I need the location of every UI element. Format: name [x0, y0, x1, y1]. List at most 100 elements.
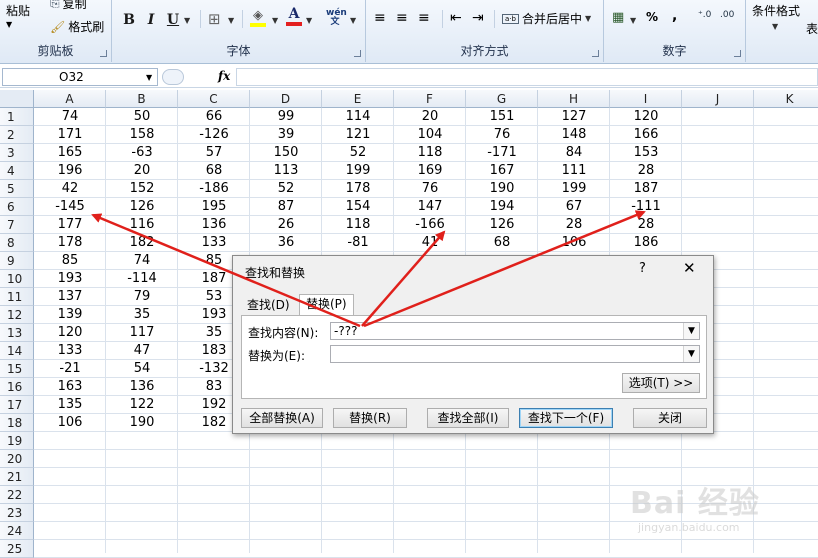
cell-b7[interactable]: 116 — [106, 216, 178, 234]
row-header-3[interactable]: 3 — [0, 144, 34, 162]
row-header-20[interactable]: 20 — [0, 450, 34, 468]
find-history-dropdown-icon[interactable]: ▼ — [683, 323, 699, 339]
cell-i4[interactable]: 28 — [610, 162, 682, 180]
cell-h1[interactable]: 127 — [538, 108, 610, 126]
cell-h7[interactable]: 28 — [538, 216, 610, 234]
column-header-c[interactable]: C — [178, 90, 250, 108]
find-all-button[interactable]: 查找全部(I) — [427, 408, 509, 428]
insert-function-icon[interactable]: fx — [218, 69, 230, 83]
column-header-i[interactable]: I — [610, 90, 682, 108]
cell-e5[interactable]: 178 — [322, 180, 394, 198]
cell-h6[interactable]: 67 — [538, 198, 610, 216]
format-table-button[interactable]: 表 — [806, 20, 818, 37]
paste-button[interactable]: 粘贴 — [6, 2, 30, 19]
cell-c7[interactable]: 136 — [178, 216, 250, 234]
column-header-j[interactable]: J — [682, 90, 754, 108]
underline-dropdown-icon[interactable]: ▼ — [184, 16, 190, 25]
percent-button[interactable]: % — [646, 10, 658, 24]
find-what-input[interactable]: -??? ▼ — [330, 322, 700, 340]
increase-indent-icon[interactable]: ⇥ — [472, 10, 484, 26]
cell-g6[interactable]: 194 — [466, 198, 538, 216]
cell-c4[interactable]: 68 — [178, 162, 250, 180]
find-next-button[interactable]: 查找下一个(F) — [519, 408, 613, 428]
cell-b13[interactable]: 117 — [106, 324, 178, 342]
cell-b16[interactable]: 136 — [106, 378, 178, 396]
cell-b17[interactable]: 122 — [106, 396, 178, 414]
cell-h5[interactable]: 199 — [538, 180, 610, 198]
row-header-22[interactable]: 22 — [0, 486, 34, 504]
cell-g7[interactable]: 126 — [466, 216, 538, 234]
cell-d1[interactable]: 99 — [250, 108, 322, 126]
replace-history-dropdown-icon[interactable]: ▼ — [683, 346, 699, 362]
merge-center-button[interactable]: a·b 合并后居中 ▼ — [502, 10, 591, 27]
row-header-7[interactable]: 7 — [0, 216, 34, 234]
accounting-format-icon[interactable]: ▦ — [612, 10, 624, 25]
cell-a8[interactable]: 178 — [34, 234, 106, 252]
close-button[interactable]: 关闭 — [633, 408, 707, 428]
cell-b10[interactable]: -114 — [106, 270, 178, 288]
options-button[interactable]: 选项(T) >> — [622, 373, 700, 393]
font-color-button[interactable]: A — [286, 6, 302, 26]
cell-i6[interactable]: -111 — [610, 198, 682, 216]
cell-a17[interactable]: 135 — [34, 396, 106, 414]
row-header-16[interactable]: 16 — [0, 378, 34, 396]
cell-a18[interactable]: 106 — [34, 414, 106, 432]
cell-i3[interactable]: 153 — [610, 144, 682, 162]
cell-g5[interactable]: 190 — [466, 180, 538, 198]
cell-f2[interactable]: 104 — [394, 126, 466, 144]
cell-h4[interactable]: 111 — [538, 162, 610, 180]
cell-d6[interactable]: 87 — [250, 198, 322, 216]
row-header-24[interactable]: 24 — [0, 522, 34, 540]
row-header-21[interactable]: 21 — [0, 468, 34, 486]
accounting-dropdown-icon[interactable]: ▼ — [630, 16, 636, 25]
cell-g8[interactable]: 68 — [466, 234, 538, 252]
cell-a14[interactable]: 133 — [34, 342, 106, 360]
cell-b12[interactable]: 35 — [106, 306, 178, 324]
cell-a9[interactable]: 85 — [34, 252, 106, 270]
row-header-19[interactable]: 19 — [0, 432, 34, 450]
row-header-10[interactable]: 10 — [0, 270, 34, 288]
close-icon[interactable]: ✕ — [683, 259, 696, 277]
row-header-23[interactable]: 23 — [0, 504, 34, 522]
cell-d8[interactable]: 36 — [250, 234, 322, 252]
cell-i1[interactable]: 120 — [610, 108, 682, 126]
formula-expand-button[interactable] — [162, 69, 184, 85]
formula-input[interactable] — [236, 68, 818, 86]
row-header-17[interactable]: 17 — [0, 396, 34, 414]
cell-e3[interactable]: 52 — [322, 144, 394, 162]
cell-a5[interactable]: 42 — [34, 180, 106, 198]
cell-a15[interactable]: -21 — [34, 360, 106, 378]
cell-e8[interactable]: -81 — [322, 234, 394, 252]
column-header-g[interactable]: G — [466, 90, 538, 108]
row-header-18[interactable]: 18 — [0, 414, 34, 432]
align-center-icon[interactable]: ≡ — [396, 10, 408, 26]
cell-b14[interactable]: 47 — [106, 342, 178, 360]
name-box-dropdown-icon[interactable]: ▼ — [146, 73, 152, 82]
row-header-14[interactable]: 14 — [0, 342, 34, 360]
cell-g2[interactable]: 76 — [466, 126, 538, 144]
cell-b15[interactable]: 54 — [106, 360, 178, 378]
border-icon[interactable]: ⊞ — [208, 10, 221, 28]
cell-b4[interactable]: 20 — [106, 162, 178, 180]
bold-button[interactable]: B — [120, 10, 138, 30]
cell-h2[interactable]: 148 — [538, 126, 610, 144]
font-launcher-icon[interactable] — [354, 50, 361, 57]
column-header-a[interactable]: A — [34, 90, 106, 108]
cell-h3[interactable]: 84 — [538, 144, 610, 162]
border-dropdown-icon[interactable]: ▼ — [228, 16, 234, 25]
italic-button[interactable]: I — [142, 10, 160, 30]
cell-a1[interactable]: 74 — [34, 108, 106, 126]
cell-i2[interactable]: 166 — [610, 126, 682, 144]
cell-i5[interactable]: 187 — [610, 180, 682, 198]
decrease-indent-icon[interactable]: ⇤ — [450, 10, 462, 26]
decrease-decimal-icon[interactable]: .00 — [720, 10, 734, 20]
cell-a3[interactable]: 165 — [34, 144, 106, 162]
column-header-k[interactable]: K — [754, 90, 818, 108]
cell-e6[interactable]: 154 — [322, 198, 394, 216]
row-header-13[interactable]: 13 — [0, 324, 34, 342]
cell-c5[interactable]: -186 — [178, 180, 250, 198]
column-header-e[interactable]: E — [322, 90, 394, 108]
cell-f3[interactable]: 118 — [394, 144, 466, 162]
cell-g4[interactable]: 167 — [466, 162, 538, 180]
number-launcher-icon[interactable] — [734, 50, 741, 57]
